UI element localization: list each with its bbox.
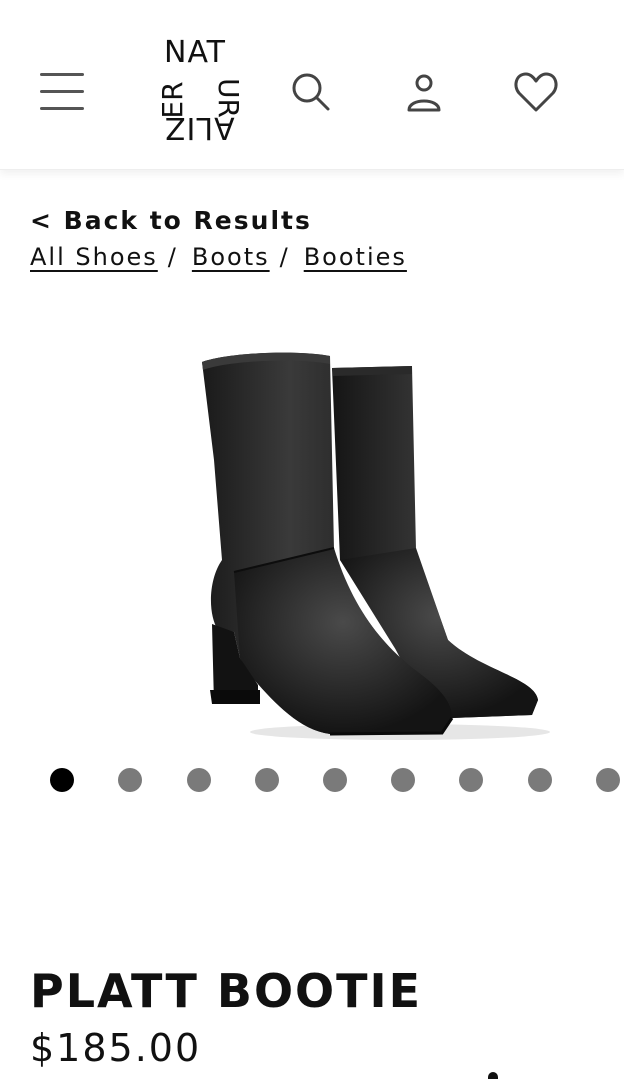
breadcrumb-booties[interactable]: Booties <box>304 243 407 271</box>
carousel-dot-9[interactable] <box>596 768 620 792</box>
menu-bar <box>40 107 84 110</box>
menu-bar <box>40 73 84 76</box>
carousel-dot-2[interactable] <box>118 768 142 792</box>
menu-bar <box>40 90 84 93</box>
search-icon[interactable] <box>288 66 336 118</box>
menu-icon[interactable] <box>40 70 86 114</box>
brand-logo[interactable]: NAT ER UR ALIZ <box>156 38 245 146</box>
account-icon[interactable] <box>400 66 448 118</box>
site-header: NAT ER UR ALIZ <box>0 0 624 170</box>
breadcrumb-separator: / <box>167 243 178 271</box>
search-icon-graphic <box>292 73 330 111</box>
boot-illustration <box>202 352 550 740</box>
carousel-dot-4[interactable] <box>255 768 279 792</box>
heart-icon-graphic <box>514 72 558 112</box>
breadcrumb: All Shoes / Boots / Booties <box>30 243 407 271</box>
heart-icon[interactable] <box>512 66 560 118</box>
carousel-dot-5[interactable] <box>323 768 347 792</box>
product-price: $185.00 <box>30 1026 202 1070</box>
carousel-dot-8[interactable] <box>528 768 552 792</box>
product-title: PLATT BOOTIE <box>30 964 423 1018</box>
breadcrumb-all-shoes[interactable]: All Shoes <box>30 243 158 271</box>
carousel-dot-7[interactable] <box>459 768 483 792</box>
breadcrumb-boots[interactable]: Boots <box>192 243 270 271</box>
carousel-dot-1[interactable] <box>50 768 74 792</box>
account-icon-graphic <box>407 74 441 112</box>
logo-bottom-text: ALIZ <box>164 110 235 145</box>
image-carousel-dots <box>0 768 624 794</box>
partial-widget-edge <box>488 1072 498 1079</box>
carousel-dot-6[interactable] <box>391 768 415 792</box>
breadcrumb-separator: / <box>279 243 290 271</box>
back-to-results-link[interactable]: < Back to Results <box>30 206 312 235</box>
product-image[interactable] <box>190 340 550 750</box>
carousel-dot-3[interactable] <box>187 768 211 792</box>
